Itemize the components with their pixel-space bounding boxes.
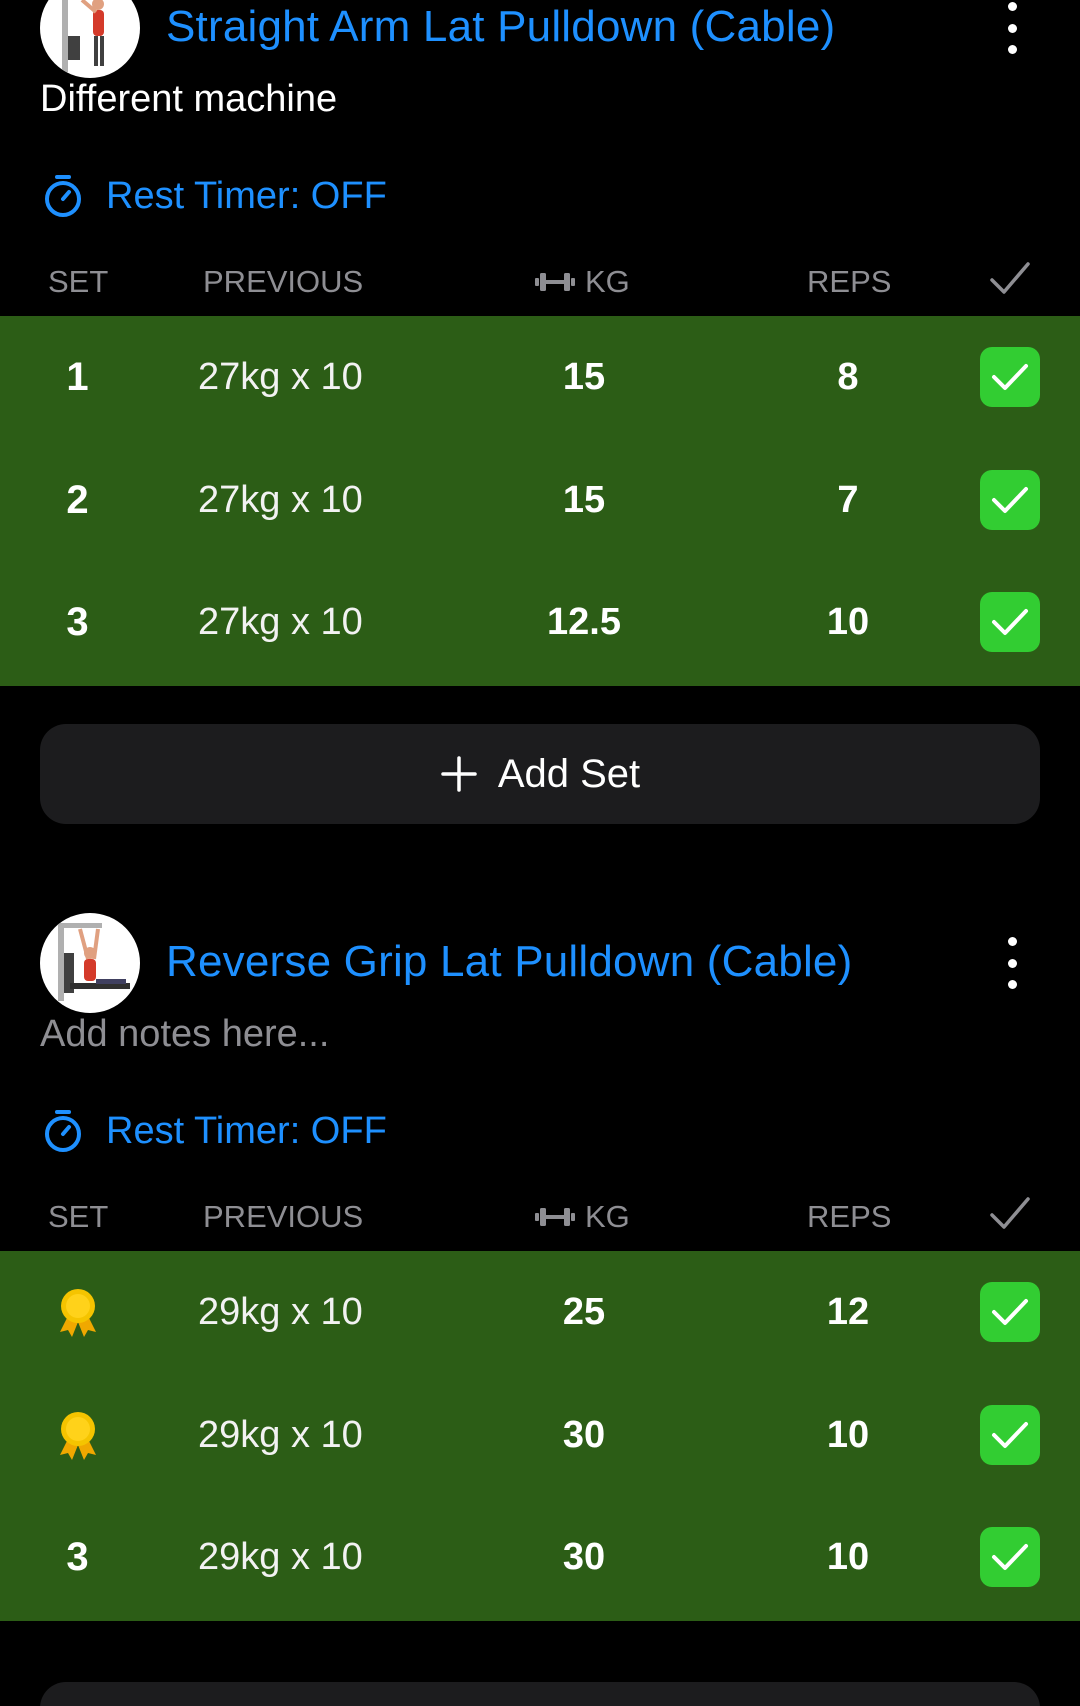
- column-header-reps: REPS: [807, 1199, 892, 1234]
- plus-icon: [441, 756, 477, 792]
- column-header-previous: PREVIOUS: [203, 264, 364, 299]
- rest-timer-label: Rest Timer: OFF: [106, 1109, 387, 1152]
- set-number[interactable]: 2: [40, 439, 115, 561]
- exercise-title[interactable]: Reverse Grip Lat Pulldown (Cable): [166, 937, 852, 987]
- medal-icon: [50, 1407, 106, 1463]
- set-rows: 29kg x 10 25 12 29kg x 10 30 10 3 29kg x…: [0, 1251, 1080, 1621]
- exercise-card: Reverse Grip Lat Pulldown (Cable) Add no…: [0, 913, 1080, 1706]
- set-row: 29kg x 10 25 12: [0, 1251, 1080, 1373]
- exercise-title[interactable]: Straight Arm Lat Pulldown (Cable): [166, 2, 835, 52]
- checkmark-icon: [980, 592, 1040, 652]
- checkmark-icon: [980, 1282, 1040, 1342]
- more-options-icon[interactable]: [992, 0, 1032, 60]
- previous-value[interactable]: 27kg x 10: [198, 439, 363, 561]
- set-rows: 1 27kg x 10 15 8 2 27kg x 10 15 7 3 27kg…: [0, 316, 1080, 686]
- set-table-header: SET PREVIOUS KG REPS: [0, 1191, 1080, 1245]
- dumbbell-icon: [535, 1206, 575, 1228]
- kg-input[interactable]: 25: [484, 1251, 684, 1373]
- add-set-button[interactable]: Add Set: [40, 724, 1040, 824]
- exercise-notes-input[interactable]: Add notes here...: [40, 1013, 329, 1056]
- dot: [1007, 958, 1017, 968]
- complete-set-toggle[interactable]: [980, 561, 1040, 683]
- dot: [1007, 937, 1017, 946]
- kg-input[interactable]: 30: [484, 1496, 684, 1618]
- medal-icon: [50, 1284, 106, 1340]
- column-header-kg: KG: [535, 1199, 630, 1235]
- checkmark-icon: [988, 1193, 1032, 1241]
- set-number[interactable]: 1: [40, 316, 115, 438]
- column-header-previous: PREVIOUS: [203, 1199, 364, 1234]
- add-set-button[interactable]: [40, 1682, 1040, 1706]
- reps-input[interactable]: 10: [748, 1496, 948, 1618]
- exercise-card: Straight Arm Lat Pulldown (Cable) Differ…: [0, 0, 1080, 848]
- exercise-header: Straight Arm Lat Pulldown (Cable): [0, 0, 1080, 78]
- set-number[interactable]: [40, 1374, 115, 1496]
- seated-pulldown-illustration: [58, 923, 130, 1001]
- set-row: 3 27kg x 10 12.5 10: [0, 561, 1080, 683]
- reps-input[interactable]: 8: [748, 316, 948, 438]
- column-header-set: SET: [48, 1199, 109, 1234]
- set-number[interactable]: 3: [40, 1496, 115, 1618]
- checkmark-icon: [980, 1405, 1040, 1465]
- rest-timer-button[interactable]: Rest Timer: OFF: [40, 1103, 387, 1159]
- previous-value[interactable]: 27kg x 10: [198, 316, 363, 438]
- column-header-kg: KG: [535, 264, 630, 300]
- rest-timer-label: Rest Timer: OFF: [106, 174, 387, 217]
- reps-input[interactable]: 10: [748, 1374, 948, 1496]
- complete-set-toggle[interactable]: [980, 316, 1040, 438]
- column-header-kg-label: KG: [585, 1199, 630, 1234]
- timer-icon: [40, 1108, 86, 1154]
- cable-machine-illustration: [62, 0, 104, 72]
- kg-input[interactable]: 15: [484, 439, 684, 561]
- set-row: 3 29kg x 10 30 10: [0, 1496, 1080, 1618]
- checkmark-icon: [980, 470, 1040, 530]
- timer-icon: [40, 173, 86, 219]
- set-row: 1 27kg x 10 15 8: [0, 316, 1080, 438]
- column-header-set: SET: [48, 264, 109, 299]
- checkmark-icon: [988, 258, 1032, 306]
- workout-screen: Straight Arm Lat Pulldown (Cable) Differ…: [0, 0, 1080, 1706]
- set-number[interactable]: 3: [40, 561, 115, 683]
- column-header-kg-label: KG: [585, 264, 630, 299]
- kg-input[interactable]: 30: [484, 1374, 684, 1496]
- complete-set-toggle[interactable]: [980, 1496, 1040, 1618]
- set-row: 2 27kg x 10 15 7: [0, 439, 1080, 561]
- more-options-icon[interactable]: [992, 931, 1032, 995]
- checkmark-icon: [980, 347, 1040, 407]
- previous-value[interactable]: 29kg x 10: [198, 1251, 363, 1373]
- dot: [1007, 2, 1017, 11]
- rest-timer-button[interactable]: Rest Timer: OFF: [40, 168, 387, 224]
- set-table-header: SET PREVIOUS KG REPS: [0, 256, 1080, 310]
- dot: [1007, 980, 1017, 989]
- complete-set-toggle[interactable]: [980, 439, 1040, 561]
- exercise-header: Reverse Grip Lat Pulldown (Cable): [0, 913, 1080, 1013]
- kg-input[interactable]: 15: [484, 316, 684, 438]
- previous-value[interactable]: 27kg x 10: [198, 561, 363, 683]
- checkmark-icon: [980, 1527, 1040, 1587]
- set-row: 29kg x 10 30 10: [0, 1374, 1080, 1496]
- previous-value[interactable]: 29kg x 10: [198, 1374, 363, 1496]
- add-set-label: Add Set: [497, 751, 641, 796]
- column-header-reps: REPS: [807, 264, 892, 299]
- reps-input[interactable]: 10: [748, 561, 948, 683]
- exercise-thumbnail[interactable]: [40, 0, 140, 78]
- set-number[interactable]: [40, 1251, 115, 1373]
- dot: [1007, 23, 1017, 33]
- dumbbell-icon: [535, 271, 575, 293]
- complete-set-toggle[interactable]: [980, 1251, 1040, 1373]
- reps-input[interactable]: 12: [748, 1251, 948, 1373]
- complete-set-toggle[interactable]: [980, 1374, 1040, 1496]
- dot: [1007, 45, 1017, 54]
- reps-input[interactable]: 7: [748, 439, 948, 561]
- kg-input[interactable]: 12.5: [484, 561, 684, 683]
- previous-value[interactable]: 29kg x 10: [198, 1496, 363, 1618]
- exercise-thumbnail[interactable]: [40, 913, 140, 1013]
- exercise-notes[interactable]: Different machine: [40, 78, 337, 121]
